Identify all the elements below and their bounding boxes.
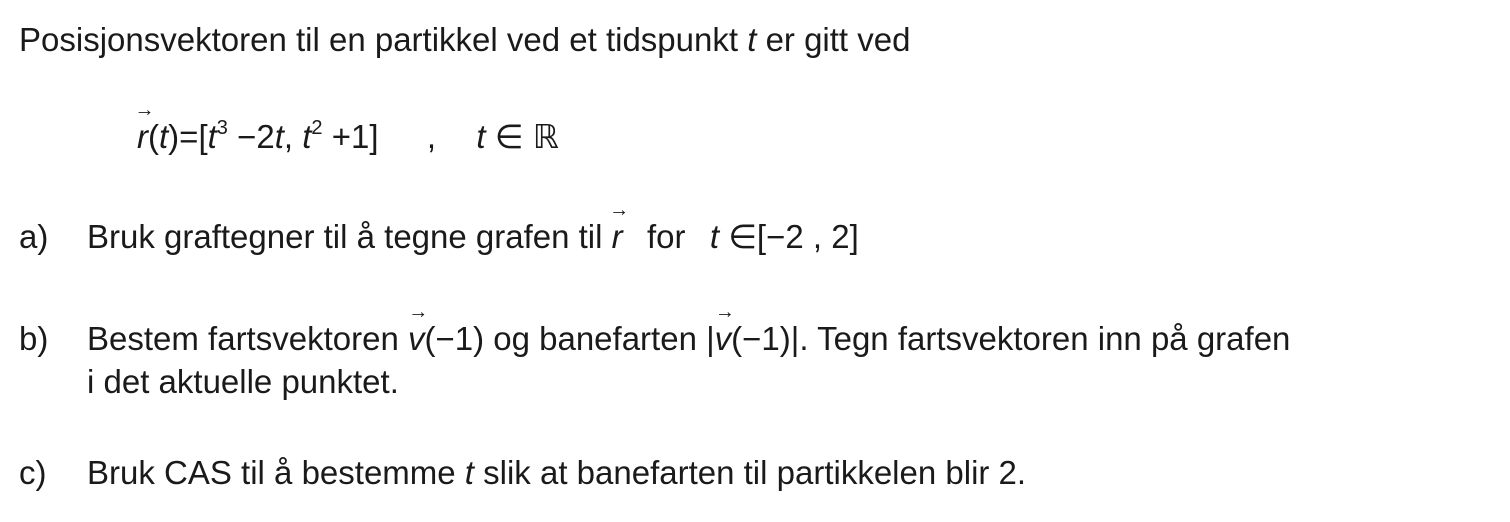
minus-two: −2 [237, 118, 275, 155]
part-b-text2: og banefarten | [493, 320, 715, 357]
part-b-text: Bestem fartsvektoren v(−1) og banefarten… [87, 319, 1290, 359]
part-b-text1: Bestem fartsvektoren [87, 320, 399, 357]
part-a-t: t [709, 218, 720, 255]
formula-t2: t [274, 118, 284, 155]
formula-t4: t [476, 118, 486, 155]
element-of-symbol: ∈ [494, 118, 524, 155]
formula-comma: , [283, 118, 294, 155]
intro-line: Posisjonsvektoren til en partikkel ved e… [19, 20, 910, 60]
part-a-vector-r: r [612, 217, 623, 257]
part-b-arg1: (−1) [424, 320, 485, 357]
paren-open: ( [148, 118, 159, 155]
part-a-text: Bruk graftegner til å tegne grafen til r… [87, 217, 859, 257]
exponent-3: 3 [216, 117, 228, 139]
part-c-text: Bruk CAS til å bestemme t slik at banefa… [87, 453, 1026, 493]
part-a-for: for [646, 218, 686, 255]
part-b-line2: i det aktuelle punktet. [87, 363, 399, 400]
part-b-label: b) [19, 320, 49, 357]
part-c-t: t [464, 454, 474, 491]
vector-r: r [137, 117, 148, 157]
formula-t: t [159, 118, 169, 155]
formula-separator: , [426, 118, 437, 155]
intro-end: er gitt ved [765, 21, 911, 58]
part-b-vector-v2: v [715, 319, 732, 359]
part-a-label: a) [19, 218, 49, 255]
formula-t1: t [207, 118, 217, 155]
part-a-text1: Bruk graftegner til å tegne grafen til [87, 218, 603, 255]
part-c-label: c) [19, 454, 47, 491]
part-c-text1: Bruk CAS til å bestemme [87, 454, 456, 491]
intro-var-t: t [747, 21, 757, 58]
exponent-2: 2 [311, 117, 323, 139]
position-vector-formula: r(t)=[t3 −2t, t2 +1] , t ∈ ℝ [137, 117, 559, 162]
part-a-range: ∈[−2 , 2] [728, 218, 859, 255]
paren-close: ) [168, 118, 180, 155]
real-numbers-symbol: ℝ [532, 118, 559, 155]
part-c-text2: slik at banefarten til partikkelen blir … [483, 454, 1027, 491]
equals-bracket: =[ [179, 118, 208, 155]
intro-text: Posisjonsvektoren til en partikkel ved e… [19, 21, 739, 58]
part-b-text3: . Tegn fartsvektoren inn på grafen [799, 320, 1291, 357]
part-b-arg2: (−1)| [731, 320, 800, 357]
plus-one: +1] [331, 118, 379, 155]
part-b-vector-v1: v [408, 319, 425, 359]
